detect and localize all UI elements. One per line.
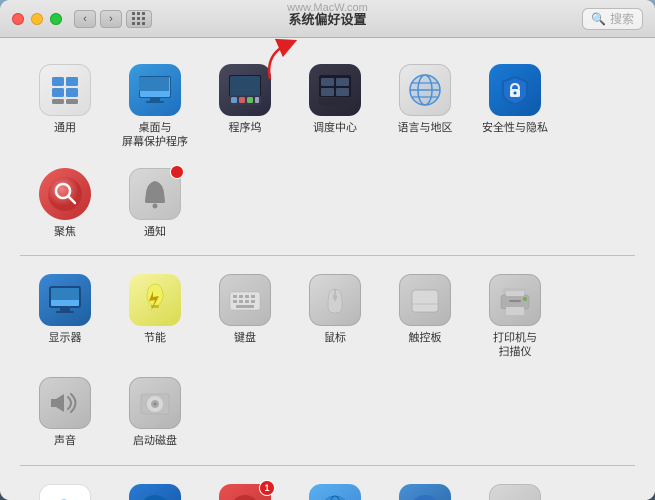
- icon-item-network[interactable]: 网络: [290, 474, 380, 500]
- notifications-label: 通知: [144, 225, 166, 239]
- section-personal: 通用 桌面与 屏幕保护程序: [20, 54, 635, 247]
- mouse-label: 鼠标: [324, 331, 346, 345]
- icon-item-general[interactable]: 通用: [20, 54, 110, 158]
- search-icon: 🔍: [591, 12, 606, 26]
- trackpad-label: 触控板: [409, 331, 442, 345]
- forward-button[interactable]: ›: [100, 10, 122, 28]
- language-label: 语言与地区: [398, 121, 453, 135]
- hardware-grid: 显示器 节能: [20, 264, 635, 457]
- security-icon: [489, 64, 541, 116]
- icon-item-bluetooth[interactable]: 蓝牙: [380, 474, 470, 500]
- icon-item-extensions[interactable]: 扩展: [470, 474, 560, 500]
- icon-item-icloud[interactable]: iCloud: [20, 474, 110, 500]
- mouse-icon: [309, 274, 361, 326]
- red-arrow-indicator: [260, 38, 320, 89]
- language-icon: [399, 64, 451, 116]
- icon-item-dock[interactable]: 程序坞: [200, 54, 290, 158]
- printer-label: 打印机与 扫描仪: [493, 331, 537, 360]
- section-internet: iCloud @ 互联网 帐户: [20, 474, 635, 500]
- icon-item-energy[interactable]: 节能: [110, 264, 200, 368]
- energy-icon: [129, 274, 181, 326]
- icon-item-notifications[interactable]: 通知: [110, 158, 200, 247]
- close-button[interactable]: [12, 13, 24, 25]
- back-button[interactable]: ‹: [74, 10, 96, 28]
- icon-item-software-update[interactable]: App Store 1 软件更新: [200, 474, 290, 500]
- grid-view-button[interactable]: [126, 10, 152, 28]
- icon-item-trackpad[interactable]: 触控板: [380, 264, 470, 368]
- content-area: 通用 桌面与 屏幕保护程序: [0, 38, 655, 500]
- icloud-icon: [39, 484, 91, 500]
- keyboard-icon: [219, 274, 271, 326]
- startup-label: 启动磁盘: [133, 434, 177, 448]
- icon-item-keyboard[interactable]: 键盘: [200, 264, 290, 368]
- extensions-icon: [489, 484, 541, 500]
- grid-icon: [132, 12, 146, 26]
- general-label: 通用: [54, 121, 76, 135]
- bluetooth-icon: [399, 484, 451, 500]
- system-preferences-window: www.MacW.com ‹ › 系统偏好设置 🔍 搜索: [0, 0, 655, 500]
- search-box[interactable]: 🔍 搜索: [582, 8, 643, 30]
- general-icon: [39, 64, 91, 116]
- icon-item-internet-accounts[interactable]: @ 互联网 帐户: [110, 474, 200, 500]
- notifications-icon: [129, 168, 181, 220]
- energy-label: 节能: [144, 331, 166, 345]
- icon-item-language[interactable]: 语言与地区: [380, 54, 470, 158]
- search-placeholder: 搜索: [610, 10, 634, 27]
- divider-1: [20, 255, 635, 256]
- icon-item-printer[interactable]: 打印机与 扫描仪: [470, 264, 560, 368]
- section-hardware: 显示器 节能: [20, 264, 635, 457]
- minimize-button[interactable]: [31, 13, 43, 25]
- printer-icon: [489, 274, 541, 326]
- spotlight-label: 聚焦: [54, 225, 76, 239]
- sound-icon: [39, 377, 91, 429]
- window-title: 系统偏好设置: [288, 9, 366, 28]
- icon-item-spotlight[interactable]: 聚焦: [20, 158, 110, 247]
- divider-2: [20, 465, 635, 466]
- icon-item-desktop[interactable]: 桌面与 屏幕保护程序: [110, 54, 200, 158]
- desktop-label: 桌面与 屏幕保护程序: [122, 121, 188, 150]
- titlebar: ‹ › 系统偏好设置 🔍 搜索: [0, 0, 655, 38]
- internet-accounts-icon: @: [129, 484, 181, 500]
- icon-item-startup[interactable]: 启动磁盘: [110, 367, 200, 456]
- icon-item-security[interactable]: 安全性与隐私: [470, 54, 560, 158]
- dock-label: 程序坞: [229, 121, 262, 135]
- personal-grid: 通用 桌面与 屏幕保护程序: [20, 54, 635, 247]
- notifications-badge: [170, 165, 184, 179]
- keyboard-label: 键盘: [234, 331, 256, 345]
- icon-item-mouse[interactable]: 鼠标: [290, 264, 380, 368]
- software-update-icon: App Store 1: [219, 484, 271, 500]
- network-icon: [309, 484, 361, 500]
- spotlight-icon: [39, 168, 91, 220]
- security-label: 安全性与隐私: [482, 121, 548, 135]
- icon-item-display[interactable]: 显示器: [20, 264, 110, 368]
- nav-buttons: ‹ ›: [74, 10, 122, 28]
- sound-label: 声音: [54, 434, 76, 448]
- maximize-button[interactable]: [50, 13, 62, 25]
- traffic-lights: [12, 13, 62, 25]
- update-badge: 1: [259, 480, 275, 496]
- desktop-icon: [129, 64, 181, 116]
- display-label: 显示器: [49, 331, 82, 345]
- trackpad-icon: [399, 274, 451, 326]
- icon-item-sound[interactable]: 声音: [20, 367, 110, 456]
- internet-grid: iCloud @ 互联网 帐户: [20, 474, 635, 500]
- display-icon: [39, 274, 91, 326]
- startup-icon: [129, 377, 181, 429]
- missionctrl-label: 调度中心: [313, 121, 357, 135]
